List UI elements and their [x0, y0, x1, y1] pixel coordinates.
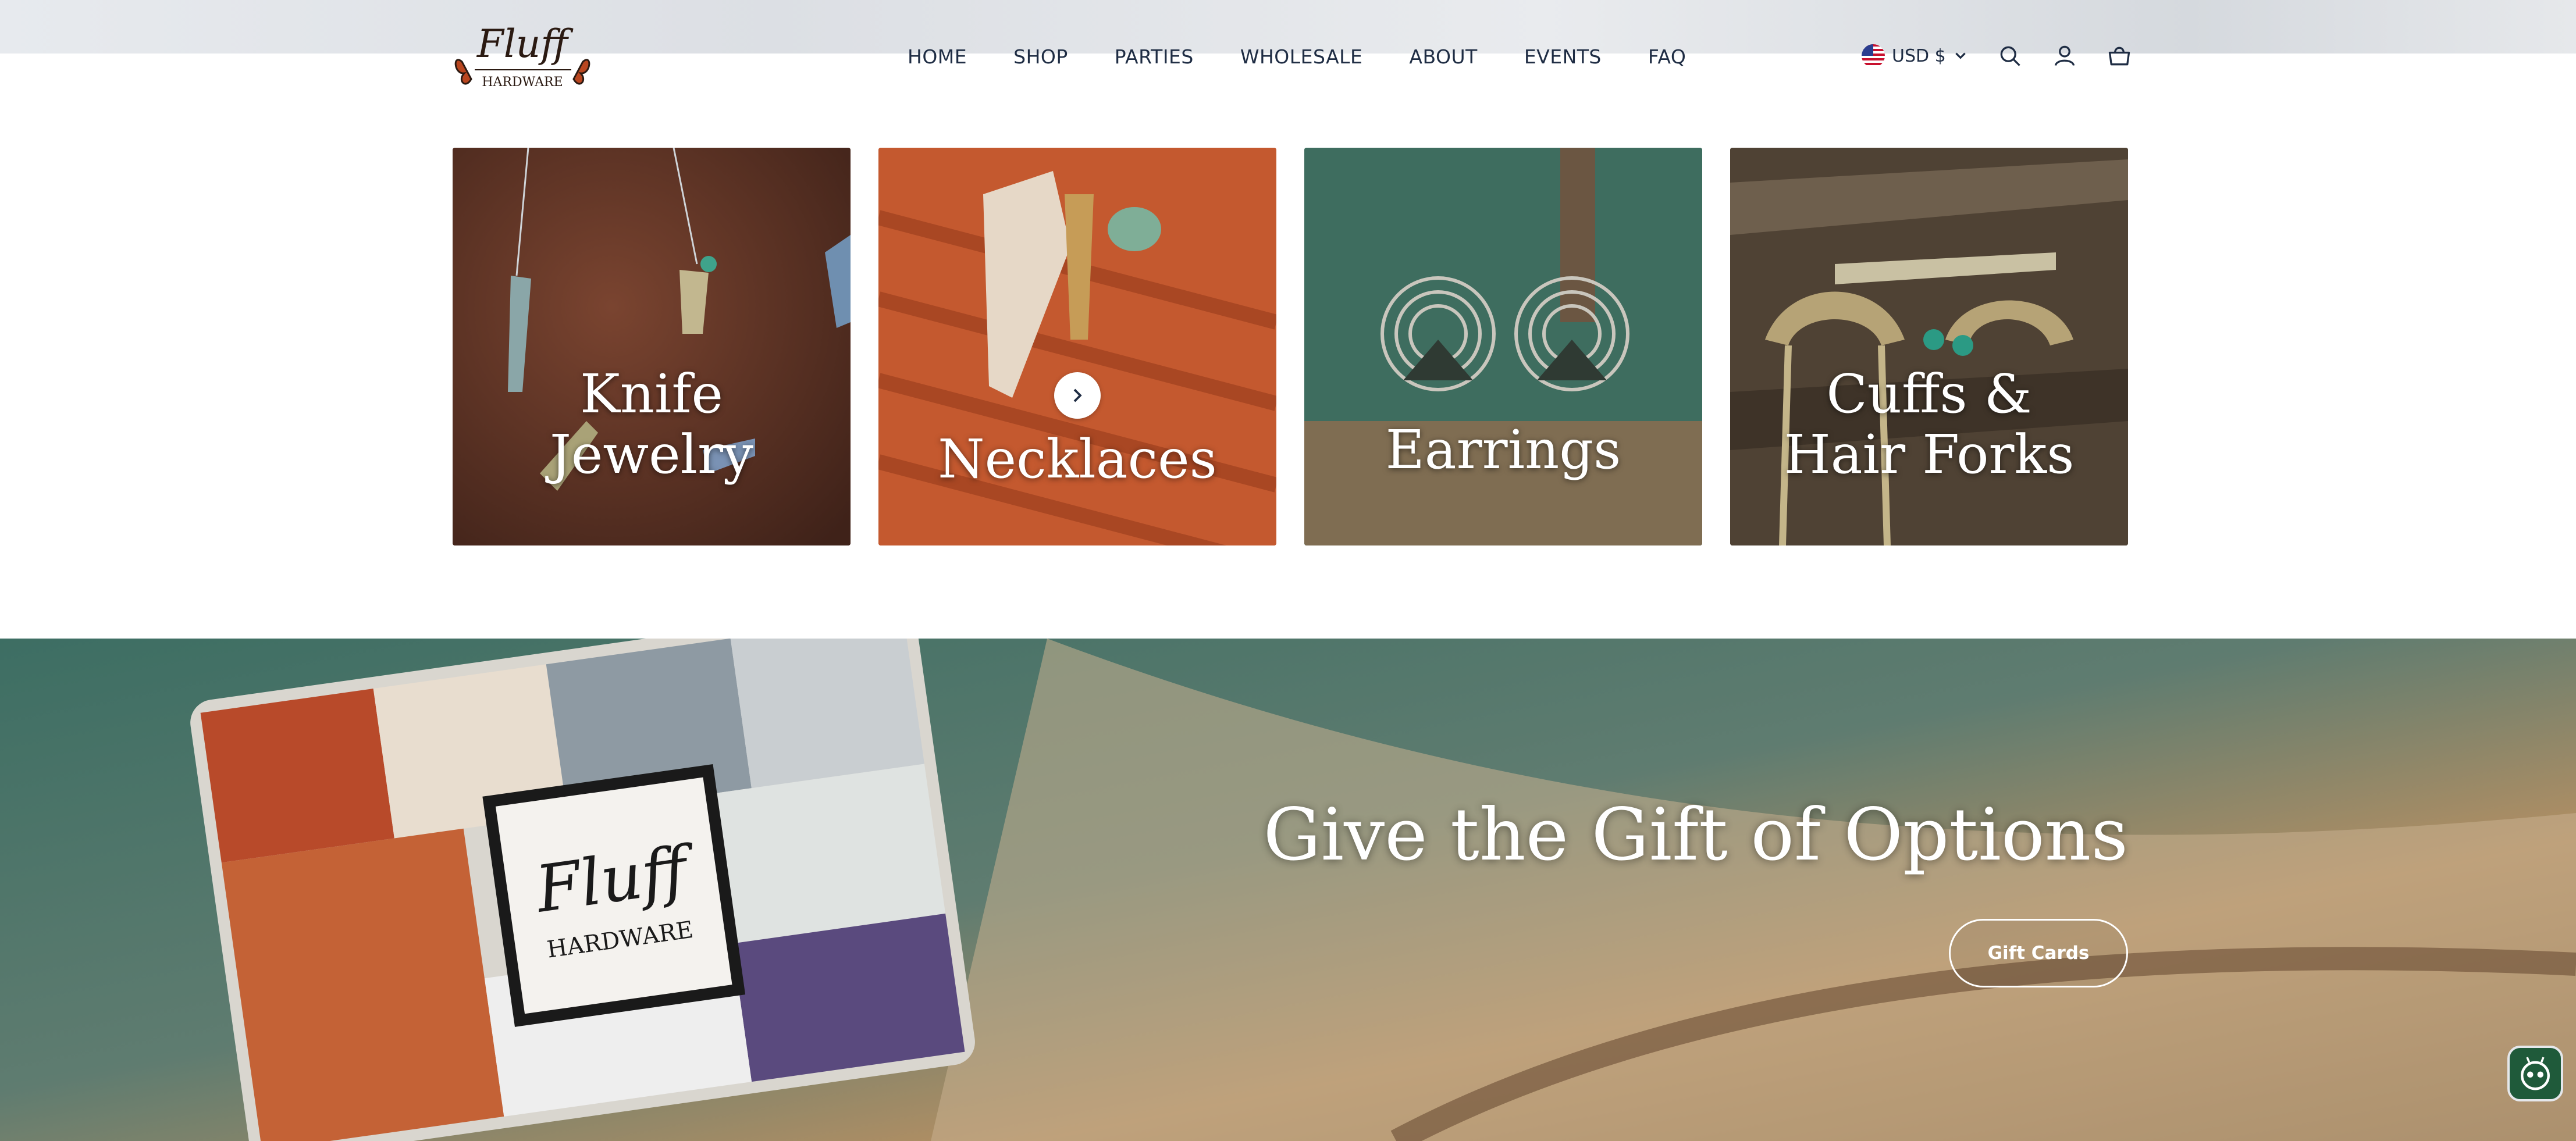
chevron-down-icon: [1955, 52, 1966, 59]
category-title: Cuffs & Hair Forks: [1784, 363, 2075, 486]
currency-selector[interactable]: USD $: [1862, 44, 1968, 67]
chevron-right-icon: [1073, 388, 1082, 402]
carousel-next-button[interactable]: [1054, 372, 1101, 419]
category-title: Earrings: [1385, 419, 1621, 481]
category-card-knife-jewelry[interactable]: Knife Jewelry: [453, 148, 851, 545]
currency-label: USD $: [1892, 45, 1946, 66]
category-grid: Knife Jewelry Necklaces Earrings Cuffs &…: [453, 148, 2128, 545]
nav-events[interactable]: EVENTS: [1524, 45, 1602, 68]
logo-word: Fluff: [476, 22, 574, 66]
header-actions: USD $: [1862, 35, 2132, 77]
account-icon[interactable]: [2052, 43, 2077, 69]
cart-icon[interactable]: [2107, 43, 2132, 69]
chat-widget-button[interactable]: [2507, 1046, 2563, 1101]
gift-card-banner: Fluff HARDWARE Give the Gift of Options …: [0, 639, 2576, 1141]
gift-cards-button[interactable]: Gift Cards: [1949, 919, 2128, 987]
banner-heading: Give the Gift of Options: [1263, 793, 2128, 877]
nav-about[interactable]: ABOUT: [1409, 45, 1477, 68]
main-nav: HOME SHOP PARTIES WHOLESALE ABOUT EVENTS…: [908, 36, 1686, 77]
nav-wholesale[interactable]: WHOLESALE: [1240, 45, 1363, 68]
earrings-image: [1304, 148, 1702, 545]
logo-sub: HARDWARE: [482, 75, 563, 90]
category-title: Knife Jewelry: [550, 363, 753, 486]
category-card-necklaces[interactable]: Necklaces: [878, 148, 1276, 545]
nav-home[interactable]: HOME: [908, 45, 967, 68]
cuffs-image: [1730, 148, 2128, 545]
chat-bot-icon: [2521, 1057, 2550, 1090]
category-title: Necklaces: [938, 428, 1217, 490]
gift-banner-image: Fluff HARDWARE: [0, 639, 2576, 1141]
knife-jewelry-image: [453, 148, 851, 545]
category-card-cuffs-hair-forks[interactable]: Cuffs & Hair Forks: [1730, 148, 2128, 545]
search-icon[interactable]: [1997, 43, 2023, 69]
butterfly-right-icon: [572, 59, 590, 85]
logo-graphic: Fluff HARDWARE: [454, 22, 590, 90]
category-card-earrings[interactable]: Earrings: [1304, 148, 1702, 545]
us-flag-icon: [1862, 44, 1885, 67]
nav-shop[interactable]: SHOP: [1013, 45, 1068, 68]
site-header: Fluff HARDWARE HOME SHOP PARTIES WHOLESA…: [0, 0, 2576, 110]
nav-parties[interactable]: PARTIES: [1115, 45, 1194, 68]
butterfly-left-icon: [454, 59, 472, 85]
brand-logo[interactable]: Fluff HARDWARE: [451, 19, 593, 94]
nav-faq[interactable]: FAQ: [1648, 45, 1686, 68]
